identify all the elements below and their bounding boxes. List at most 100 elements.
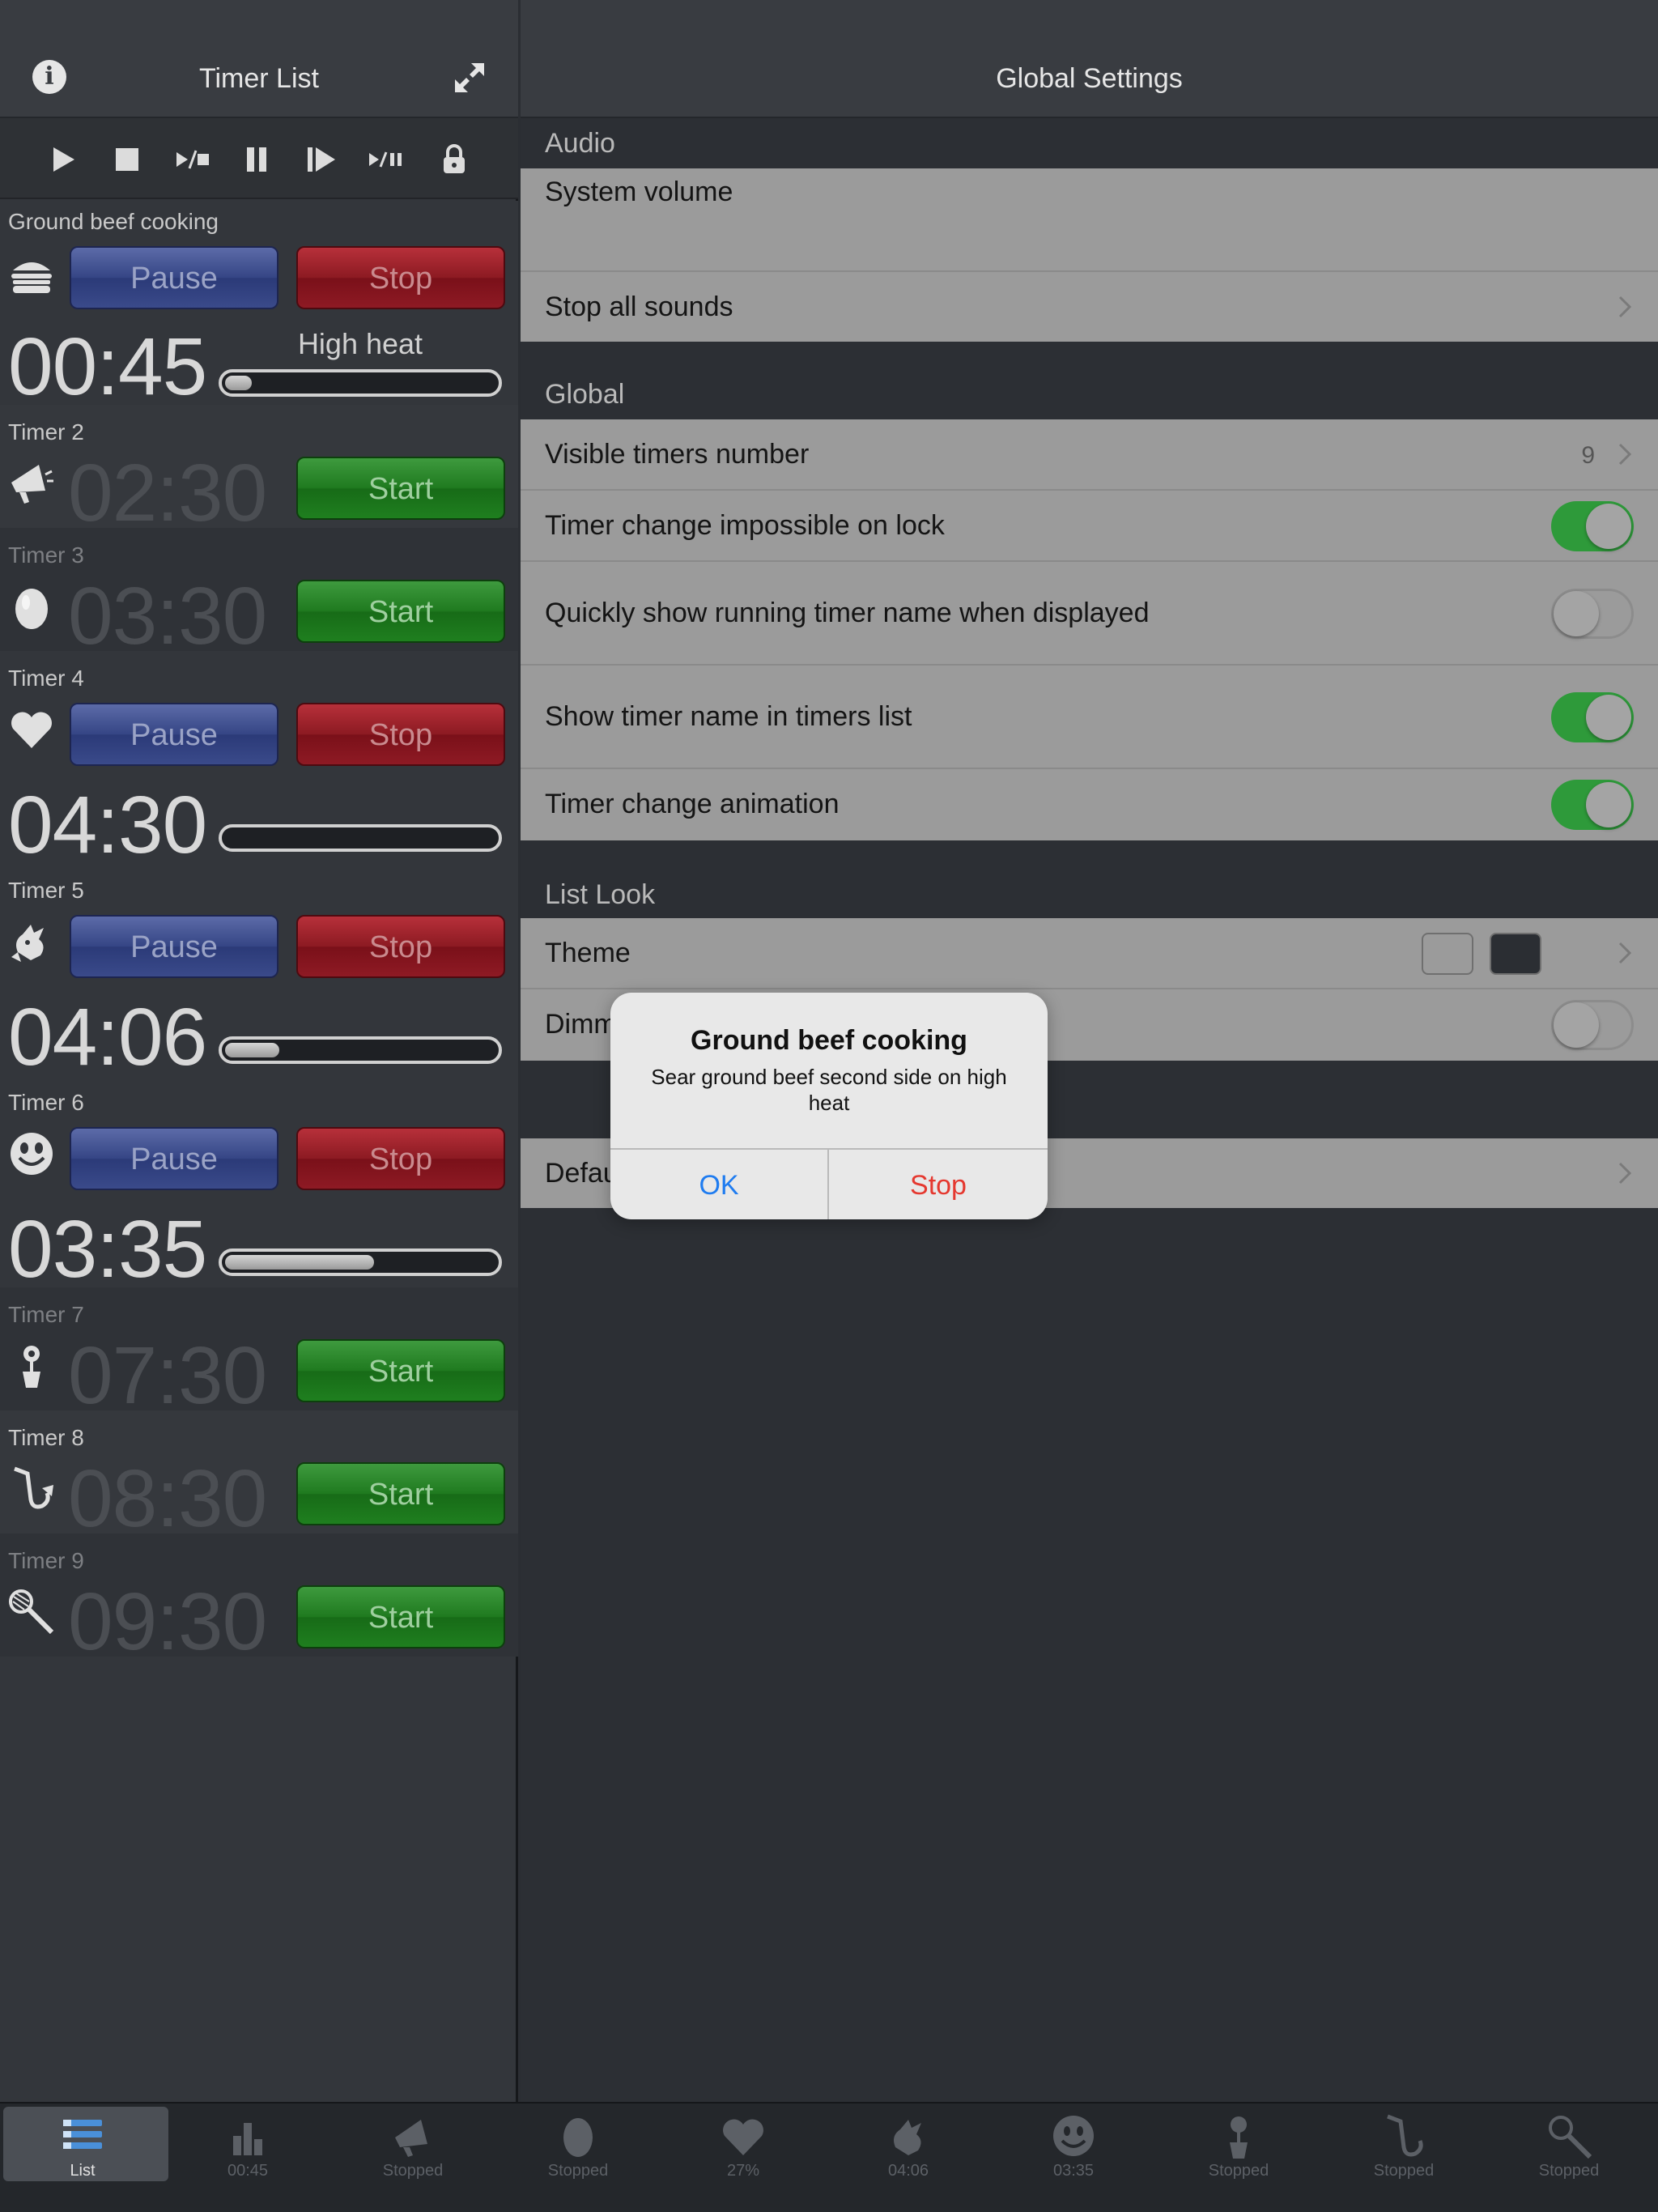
tab-label: 04:06: [887, 2162, 929, 2180]
timer-row-7: Timer 7 07:30 Start: [0, 1287, 518, 1421]
stop-all-sounds-label: Stop all sounds: [545, 291, 733, 322]
theme-swatch-light[interactable]: [1422, 933, 1473, 975]
settings-header: Global Settings: [521, 0, 1658, 118]
timer-progress-bar: [219, 1249, 502, 1276]
tab-label: List: [70, 2162, 96, 2180]
dialog-stop-button[interactable]: Stop: [829, 1150, 1048, 1219]
visible-timers-label: Visible timers number: [545, 439, 810, 470]
timer-time: 03:30: [68, 571, 267, 661]
settings-title: Global Settings: [996, 63, 1183, 94]
pause-all-icon[interactable]: [236, 139, 277, 180]
pause-button[interactable]: Pause: [70, 1127, 278, 1190]
tab-timer-4[interactable]: 27%: [661, 2104, 826, 2212]
timer-row-9: Timer 9 09:30 Start: [0, 1534, 518, 1667]
progress-fill: [225, 1255, 374, 1270]
timer-name: Timer 7: [8, 1302, 84, 1327]
tab-timer-6[interactable]: 03:35: [991, 2104, 1156, 2212]
timer-row-4: Timer 4 Pause Stop 04:30: [0, 651, 518, 870]
system-volume-label: System volume: [545, 177, 733, 207]
tab-label: Stopped: [547, 2162, 609, 2180]
system-volume-cell[interactable]: System volume: [521, 168, 1658, 272]
tab-label: Stopped: [1538, 2162, 1600, 2180]
timer-time: 04:06: [8, 992, 207, 1083]
dialog-buttons: OK Stop: [610, 1148, 1048, 1219]
play-stop-icon[interactable]: [172, 139, 212, 180]
timer-time: 08:30: [68, 1453, 267, 1544]
stop-button[interactable]: Stop: [296, 246, 505, 309]
dialog-title: Ground beef cooking: [691, 1025, 967, 1056]
show-name-in-list-toggle[interactable]: [1551, 692, 1634, 742]
start-button[interactable]: Start: [296, 580, 505, 643]
chevron-right-icon: [1618, 296, 1632, 318]
tab-timer-2[interactable]: Stopped: [330, 2104, 495, 2212]
tab-timer-9[interactable]: Stopped: [1486, 2104, 1652, 2212]
burger-icon: [6, 249, 57, 300]
toggle-knob: [1586, 695, 1631, 740]
timer-change-animation-cell: Timer change animation: [521, 769, 1658, 840]
start-button[interactable]: Start: [296, 1339, 505, 1402]
tab-timer-7[interactable]: Stopped: [1156, 2104, 1321, 2212]
start-button[interactable]: Start: [296, 1462, 505, 1525]
bar-chart-icon: [223, 2112, 272, 2160]
quickly-show-name-cell: Quickly show running timer name when dis…: [521, 562, 1658, 666]
stop-button[interactable]: Stop: [296, 915, 505, 978]
expand-icon[interactable]: [453, 62, 486, 94]
megaphone-icon: [389, 2112, 437, 2160]
timer-time: 04:30: [8, 780, 207, 870]
lock-icon[interactable]: [434, 139, 474, 180]
pause-button[interactable]: Pause: [70, 915, 278, 978]
timer-time: 07:30: [68, 1330, 267, 1421]
play-all-icon[interactable]: [42, 139, 83, 180]
tab-bar: List 00:45 Stopped Stopped 27% 04:06 03:…: [0, 2102, 1658, 2212]
theme-cell[interactable]: Theme: [521, 918, 1658, 989]
tab-list[interactable]: List: [0, 2104, 168, 2212]
flower-pot-icon: [6, 1341, 57, 1391]
progress-fill: [225, 1043, 279, 1057]
timer-name: Timer 8: [8, 1425, 84, 1450]
start-button[interactable]: Start: [296, 457, 505, 520]
quickly-show-name-toggle[interactable]: [1551, 589, 1634, 639]
progress-fill: [225, 376, 253, 390]
timer-change-lock-toggle[interactable]: [1551, 501, 1634, 551]
timer-alert-dialog: Ground beef cooking Sear ground beef sec…: [610, 993, 1048, 1219]
tab-timer-1[interactable]: 00:45: [165, 2104, 330, 2212]
section-list-look-label: List Look: [545, 879, 656, 910]
timer-name: Timer 3: [8, 542, 84, 568]
timer-row-1: Ground beef cooking Pause Stop 00:45 Hig…: [0, 201, 518, 412]
timer-subtitle: High heat: [297, 327, 423, 360]
list-icon: [58, 2112, 107, 2160]
timer-progress-bar: [219, 369, 502, 397]
timer-row-5: Timer 5 Pause Stop 04:06: [0, 863, 518, 1083]
visible-timers-value: 9: [1581, 442, 1595, 469]
timer-change-animation-toggle[interactable]: [1551, 780, 1634, 830]
timer-progress-bar: [219, 824, 502, 852]
tab-timer-3[interactable]: Stopped: [495, 2104, 661, 2212]
tab-label: 27%: [726, 2162, 760, 2180]
stop-button[interactable]: Stop: [296, 703, 505, 766]
dimm-toggle[interactable]: [1551, 1000, 1634, 1050]
timer-time: 09:30: [68, 1576, 267, 1667]
stop-button[interactable]: Stop: [296, 1127, 505, 1190]
stop-all-icon[interactable]: [107, 139, 147, 180]
tab-timer-5[interactable]: 04:06: [826, 2104, 991, 2212]
theme-swatch-dark[interactable]: [1490, 933, 1541, 975]
section-global-label: Global: [545, 379, 625, 410]
tab-label: 03:35: [1052, 2162, 1095, 2180]
racket-icon: [6, 1587, 57, 1637]
resume-icon[interactable]: [301, 139, 342, 180]
pause-button[interactable]: Pause: [70, 703, 278, 766]
tab-label: Stopped: [1373, 2162, 1435, 2180]
pause-button[interactable]: Pause: [70, 246, 278, 309]
megaphone-icon: [6, 458, 57, 508]
timer-name: Timer 4: [8, 666, 84, 691]
tab-timer-8[interactable]: Stopped: [1321, 2104, 1486, 2212]
stop-all-sounds-cell[interactable]: Stop all sounds: [521, 272, 1658, 342]
visible-timers-cell[interactable]: Visible timers number 9: [521, 419, 1658, 491]
play-pause-icon[interactable]: [366, 139, 406, 180]
toggle-knob: [1586, 504, 1631, 549]
dialog-ok-button[interactable]: OK: [610, 1150, 829, 1219]
toggle-knob: [1554, 591, 1599, 636]
start-button[interactable]: Start: [296, 1585, 505, 1648]
tab-label: Stopped: [1208, 2162, 1269, 2180]
tab-label: Stopped: [382, 2162, 444, 2180]
